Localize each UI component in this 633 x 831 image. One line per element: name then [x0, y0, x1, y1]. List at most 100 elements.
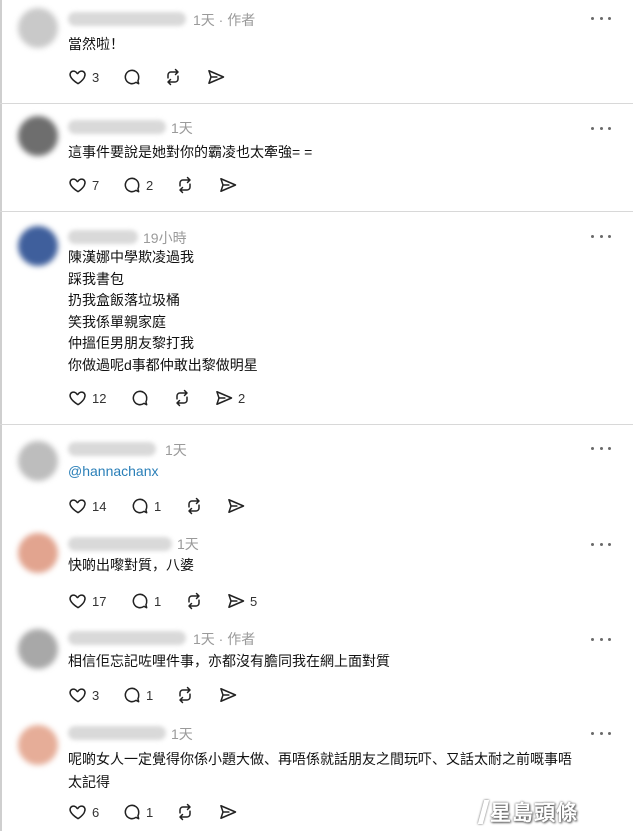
- username[interactable]: [68, 12, 186, 26]
- like-count: 6: [92, 804, 100, 820]
- repost-icon: [188, 592, 200, 610]
- comment-button[interactable]: [130, 387, 150, 409]
- username[interactable]: [68, 726, 166, 740]
- comment-count: 1: [146, 804, 154, 820]
- post: 1天 這事件要說是她對你的霸凌也太牽強= = 7 2: [0, 104, 633, 212]
- username[interactable]: [68, 442, 156, 456]
- share-button[interactable]: [218, 174, 238, 196]
- more-options-icon[interactable]: [591, 441, 611, 455]
- heart-icon: [69, 391, 86, 406]
- username[interactable]: [68, 120, 166, 134]
- repost-button[interactable]: [184, 590, 204, 612]
- share-icon: [220, 688, 237, 702]
- share-button[interactable]: [226, 495, 246, 517]
- avatar[interactable]: [18, 629, 58, 669]
- more-options-icon[interactable]: [591, 537, 611, 551]
- username[interactable]: [68, 230, 138, 244]
- post-time: 1天: [171, 120, 193, 136]
- share-button[interactable]: [206, 66, 226, 88]
- post-text: 當然啦！: [68, 36, 124, 52]
- more-options-icon[interactable]: [591, 121, 611, 135]
- comment-button[interactable]: [122, 66, 142, 88]
- share-button[interactable]: 2: [214, 387, 245, 409]
- share-icon: [220, 178, 237, 192]
- repost-button[interactable]: [172, 387, 192, 409]
- repost-button[interactable]: [184, 495, 204, 517]
- avatar[interactable]: [18, 226, 58, 266]
- mention-link[interactable]: @hannachanx: [68, 461, 608, 483]
- comment-button[interactable]: 1: [122, 684, 153, 706]
- post: 1天 · 作者 相信佢忘記咗哩件事，亦都沒有膽同我在網上面對質 3 1: [0, 621, 633, 715]
- like-count: 3: [92, 687, 100, 703]
- share-icon: [220, 805, 237, 819]
- post-text: 陳漢娜中學欺凌過我 踩我書包 扔我盒飯落垃圾桶 笑我係單親家庭 仲搵佢男朋友黎打…: [68, 249, 258, 373]
- repost-button[interactable]: [163, 66, 183, 88]
- more-options-icon[interactable]: [591, 726, 611, 740]
- more-options-icon[interactable]: [591, 229, 611, 243]
- comment-icon: [124, 687, 140, 703]
- like-count: 3: [92, 69, 100, 85]
- username[interactable]: [68, 537, 172, 551]
- comment-icon: [124, 69, 140, 85]
- post: 1天 @hannachanx 14 1: [0, 425, 633, 527]
- like-button[interactable]: 14: [68, 495, 106, 517]
- comment-button[interactable]: 1: [130, 495, 161, 517]
- repost-icon: [179, 803, 191, 821]
- avatar[interactable]: [18, 8, 58, 48]
- like-button[interactable]: 17: [68, 590, 106, 612]
- heart-icon: [69, 499, 86, 514]
- like-button[interactable]: 6: [68, 801, 99, 823]
- repost-icon: [179, 176, 191, 194]
- like-button[interactable]: 3: [68, 684, 99, 706]
- heart-icon: [69, 805, 86, 820]
- share-button[interactable]: [218, 684, 238, 706]
- watermark-logo: 星島頭條: [477, 797, 621, 827]
- repost-icon: [176, 389, 188, 407]
- post-text: 快啲出嚟對質，八婆: [68, 557, 194, 573]
- repost-button[interactable]: [175, 174, 195, 196]
- avatar[interactable]: [18, 533, 58, 573]
- post-time: 1天 · 作者: [193, 12, 256, 28]
- heart-icon: [69, 688, 86, 703]
- like-button[interactable]: 3: [68, 66, 99, 88]
- post-time: 1天: [171, 726, 193, 742]
- more-options-icon[interactable]: [591, 632, 611, 646]
- post-text: 呢啲女人一定覺得你係小題大做、再唔係就話朋友之間玩吓、又話太耐之前嘅事唔 太記得: [68, 751, 572, 790]
- post-time: 1天 · 作者: [193, 631, 256, 647]
- like-count: 17: [92, 593, 107, 609]
- share-button[interactable]: [218, 801, 238, 823]
- comment-button[interactable]: 1: [130, 590, 161, 612]
- repost-icon: [188, 497, 200, 515]
- comment-button[interactable]: 2: [122, 174, 153, 196]
- like-button[interactable]: 7: [68, 174, 99, 196]
- post-time: 1天: [177, 536, 199, 552]
- post-text: 相信佢忘記咗哩件事，亦都沒有膽同我在網上面對質: [68, 653, 390, 669]
- like-count: 7: [92, 177, 100, 193]
- share-icon: [228, 594, 245, 608]
- share-count: 2: [238, 390, 246, 406]
- comment-button[interactable]: 1: [122, 801, 153, 823]
- share-button[interactable]: 5: [226, 590, 257, 612]
- avatar[interactable]: [18, 116, 58, 156]
- repost-icon: [179, 686, 191, 704]
- repost-button[interactable]: [175, 684, 195, 706]
- heart-icon: [69, 70, 86, 85]
- repost-button[interactable]: [175, 801, 195, 823]
- post-time: 1天: [165, 442, 187, 458]
- more-options-icon[interactable]: [591, 11, 611, 25]
- heart-icon: [69, 178, 86, 193]
- repost-icon: [167, 68, 179, 86]
- comment-icon: [124, 177, 140, 193]
- like-button[interactable]: 12: [68, 387, 106, 409]
- comment-count: 1: [146, 687, 154, 703]
- share-count: 5: [250, 593, 258, 609]
- avatar[interactable]: [18, 441, 58, 481]
- like-count: 12: [92, 390, 107, 406]
- post-text: 這事件要說是她對你的霸凌也太牽強= =: [68, 144, 313, 160]
- share-icon: [228, 499, 245, 513]
- share-icon: [208, 70, 225, 84]
- avatar[interactable]: [18, 725, 58, 765]
- username[interactable]: [68, 631, 186, 645]
- post-time: 19小時: [143, 230, 187, 246]
- comment-count: 1: [154, 593, 162, 609]
